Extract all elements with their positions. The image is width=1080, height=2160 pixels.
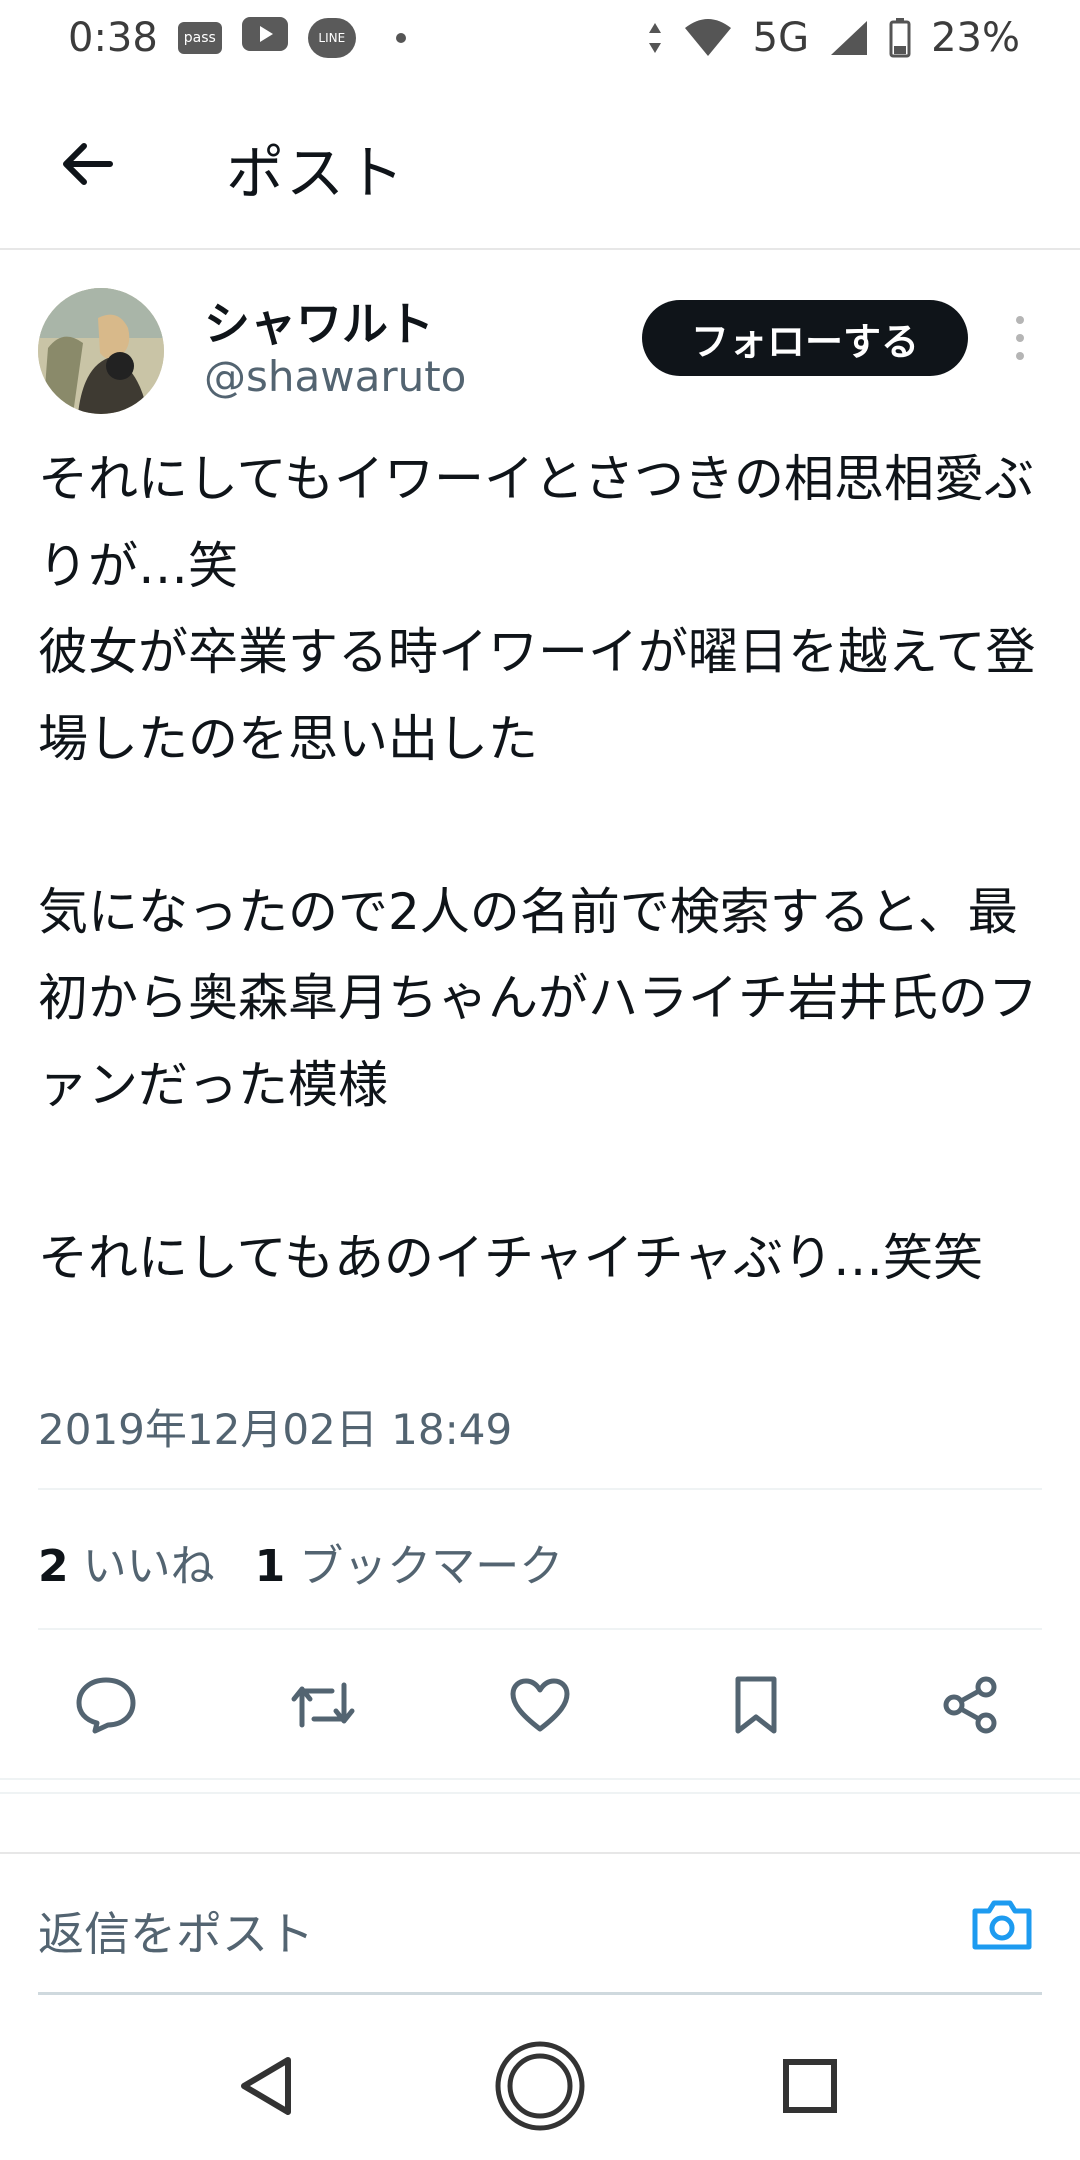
camera-button[interactable] bbox=[970, 1894, 1034, 1954]
app-header: ポスト bbox=[0, 76, 1080, 250]
signal-icon bbox=[829, 19, 869, 57]
nav-recents-button[interactable] bbox=[760, 2036, 860, 2136]
share-button[interactable] bbox=[930, 1660, 1010, 1750]
back-button[interactable] bbox=[56, 134, 116, 194]
bookmarks-count: 1 bbox=[254, 1541, 286, 1592]
avatar[interactable] bbox=[38, 288, 164, 414]
triangle-back-icon bbox=[241, 2057, 291, 2115]
repost-button[interactable] bbox=[283, 1660, 363, 1750]
status-bar: 0:38 pass LINE 5G 23% bbox=[0, 0, 1080, 76]
reply-composer: 返信をポスト bbox=[0, 1852, 1080, 1995]
home-circle-icon bbox=[495, 2041, 585, 2131]
square-recents-icon bbox=[783, 2059, 837, 2113]
arrow-left-icon bbox=[63, 143, 113, 185]
divider bbox=[38, 1488, 1042, 1490]
like-button[interactable] bbox=[500, 1660, 580, 1750]
engagement-stats: 2 いいね 1 ブックマーク bbox=[38, 1530, 563, 1594]
more-dot bbox=[1016, 316, 1024, 324]
more-dot bbox=[1016, 334, 1024, 342]
bookmarks-stat[interactable]: 1 ブックマーク bbox=[255, 1530, 564, 1594]
divider bbox=[0, 1792, 1080, 1794]
status-bar-right: 5G 23% bbox=[647, 15, 1020, 61]
battery-level: 23% bbox=[931, 15, 1020, 61]
follow-button[interactable]: フォローする bbox=[642, 300, 968, 376]
nav-home-button[interactable] bbox=[490, 2036, 590, 2136]
notification-dot-icon bbox=[395, 33, 406, 43]
share-icon bbox=[943, 1676, 997, 1734]
likes-label: いいね bbox=[82, 1541, 215, 1592]
avatar-image bbox=[38, 288, 164, 414]
clock: 0:38 bbox=[68, 15, 158, 61]
battery-icon bbox=[889, 18, 911, 58]
reply-input[interactable]: 返信をポスト bbox=[38, 1898, 314, 1964]
pass-icon: pass bbox=[177, 22, 222, 54]
more-dot bbox=[1016, 352, 1024, 360]
network-type: 5G bbox=[752, 15, 810, 61]
line-app-icon: LINE bbox=[307, 18, 356, 58]
divider bbox=[0, 1778, 1080, 1780]
action-bar bbox=[0, 1660, 1080, 1750]
bookmark-button[interactable] bbox=[716, 1660, 796, 1750]
system-nav-bar bbox=[0, 2010, 1080, 2160]
likes-stat[interactable]: 2 いいね bbox=[38, 1530, 215, 1594]
repost-icon bbox=[291, 1682, 355, 1728]
author-name[interactable]: シャワルト bbox=[204, 288, 434, 354]
bookmarks-label: ブックマーク bbox=[299, 1541, 564, 1592]
author-handle[interactable]: @shawaruto bbox=[204, 352, 466, 401]
data-arrows-icon bbox=[647, 21, 663, 55]
reply-button[interactable] bbox=[66, 1660, 146, 1750]
wifi-icon bbox=[683, 18, 733, 58]
post-detail-screen: 0:38 pass LINE 5G 23% ポスト シャワルト @shawaru… bbox=[0, 0, 1080, 2160]
status-bar-left: 0:38 pass LINE bbox=[68, 15, 406, 61]
bookmark-icon bbox=[735, 1676, 777, 1734]
reply-input-underline bbox=[38, 1992, 1042, 1995]
nav-back-button[interactable] bbox=[216, 2036, 316, 2136]
more-options-icon[interactable] bbox=[1000, 310, 1040, 366]
youtube-icon bbox=[241, 15, 288, 61]
likes-count: 2 bbox=[38, 1541, 69, 1592]
camera-icon bbox=[972, 1900, 1032, 1950]
post-text: それにしてもイワーイとさつきの相思相愛ぶりが…笑 彼女が卒業する時イワーイが曜日… bbox=[38, 450, 1038, 1287]
divider bbox=[38, 1628, 1042, 1630]
like-icon bbox=[510, 1678, 570, 1732]
post-timestamp[interactable]: 2019年12月02日 18:49 bbox=[38, 1396, 512, 1457]
reply-icon bbox=[76, 1677, 136, 1734]
page-title: ポスト bbox=[226, 139, 407, 207]
